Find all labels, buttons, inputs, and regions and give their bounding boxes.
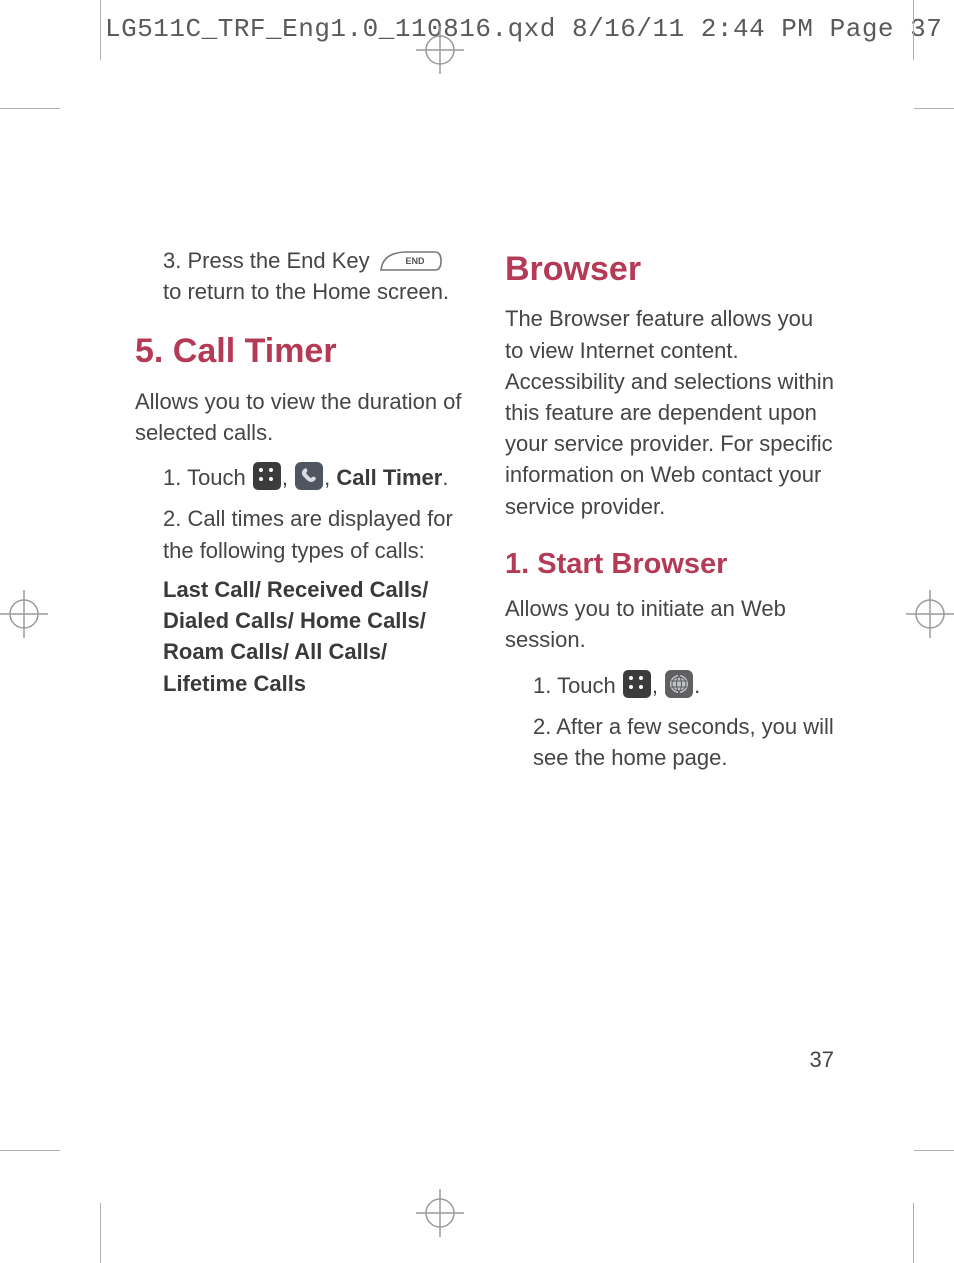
- period: .: [442, 465, 448, 490]
- crop-mark: [0, 1150, 60, 1151]
- registration-mark-icon: [0, 590, 48, 638]
- step-text: to return to the Home screen.: [163, 279, 449, 304]
- step-item: 2. Call times are displayed for the foll…: [135, 503, 465, 565]
- step-text: 2. After a few seconds, you will see the…: [533, 714, 834, 770]
- body-text: Allows you to initiate an Web session.: [505, 593, 835, 655]
- menu-label: Call Timer: [336, 465, 442, 490]
- page-content: 3. Press the End Key END to return to th…: [135, 245, 835, 781]
- body-text: Allows you to view the duration of selec…: [135, 386, 465, 448]
- step-text: 1. Touch: [533, 673, 622, 698]
- right-column: Browser The Browser feature allows you t…: [505, 245, 835, 781]
- step-item: 1. Touch , , Call Timer.: [135, 462, 465, 493]
- step-item: 1. Touch , .: [505, 670, 835, 701]
- section-heading: Browser: [505, 245, 835, 293]
- crop-mark: [100, 0, 101, 60]
- page-number: 37: [810, 1047, 834, 1073]
- registration-mark-icon: [416, 1189, 464, 1237]
- step-text: 1. Touch: [163, 465, 252, 490]
- subsection-heading: 1. Start Browser: [505, 544, 835, 585]
- step-text: 3. Press the End Key: [163, 248, 376, 273]
- crop-mark: [914, 1150, 954, 1151]
- period: .: [694, 673, 700, 698]
- step-item: 2. After a few seconds, you will see the…: [505, 711, 835, 773]
- crop-mark: [914, 108, 954, 109]
- comma: ,: [324, 465, 336, 490]
- crop-mark: [913, 1203, 914, 1263]
- body-text: The Browser feature allows you to view I…: [505, 303, 835, 522]
- apps-grid-icon: [623, 670, 651, 698]
- crop-mark: [100, 1203, 101, 1263]
- crop-mark: [0, 108, 60, 109]
- step-text: 2. Call times are displayed for the foll…: [163, 506, 453, 562]
- browser-globe-icon: [665, 670, 693, 698]
- left-column: 3. Press the End Key END to return to th…: [135, 245, 465, 781]
- svg-text:END: END: [405, 256, 425, 266]
- registration-mark-icon: [906, 590, 954, 638]
- comma: ,: [652, 673, 664, 698]
- apps-grid-icon: [253, 462, 281, 490]
- slug-line: LG511C_TRF_Eng1.0_110816.qxd 8/16/11 2:4…: [105, 14, 954, 44]
- comma: ,: [282, 465, 294, 490]
- call-types-list: Last Call/ Received Calls/ Dialed Calls/…: [135, 574, 465, 699]
- step-item: 3. Press the End Key END to return to th…: [135, 245, 465, 307]
- section-heading: 5. Call Timer: [135, 327, 465, 375]
- crop-mark: [913, 0, 914, 60]
- end-key-icon: END: [377, 248, 443, 274]
- registration-mark-icon: [416, 26, 464, 74]
- call-log-icon: [295, 462, 323, 490]
